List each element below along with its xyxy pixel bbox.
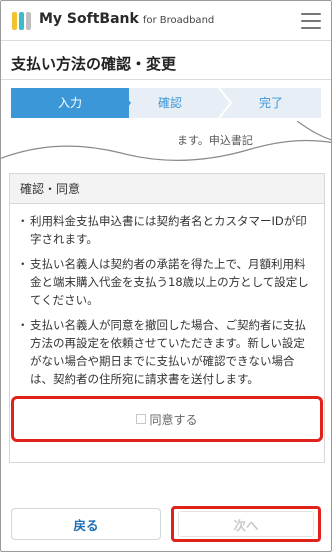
- agree-checkbox[interactable]: [136, 414, 147, 424]
- step-complete: 完了: [258, 96, 283, 110]
- progress-steps: 入力 確認 完了: [11, 88, 321, 118]
- brand-name[interactable]: My SoftBank for Broadband: [39, 11, 214, 27]
- next-button-highlight[interactable]: 次へ: [171, 506, 321, 542]
- brand-title: My SoftBank: [39, 11, 139, 27]
- step-confirm: 確認: [157, 96, 182, 110]
- step-input-current: 入力: [11, 88, 129, 118]
- app-frame: My SoftBank for Broadband 支払い方法の確認・変更 入力 …: [0, 0, 332, 552]
- agreement-note: 利用料金支払申込書には契約者名とカスタマーIDが印字されます。: [17, 212, 314, 248]
- agreement-heading: 確認・同意: [10, 174, 324, 204]
- back-button[interactable]: 戻る: [11, 508, 161, 540]
- app-header: My SoftBank for Broadband: [1, 1, 331, 41]
- next-button[interactable]: 次へ: [178, 511, 314, 537]
- agreement-notes[interactable]: 利用料金支払申込書には契約者名とカスタマーIDが印字されます。 支払い名義人は契…: [10, 204, 324, 388]
- hamburger-menu-icon[interactable]: [301, 13, 321, 29]
- divider: [1, 79, 331, 80]
- brand-subtitle: for Broadband: [142, 15, 215, 26]
- agree-checkbox-highlight[interactable]: 同意する: [11, 396, 323, 442]
- agree-checkbox-row[interactable]: 同意する: [14, 399, 320, 439]
- torn-edge-divider: [1, 121, 331, 179]
- agreement-note: 支払い名義人が同意を撤回した場合、ご契約者に支払方法の再設定を依頼させていただき…: [17, 316, 314, 388]
- page-title: 支払い方法の確認・変更: [11, 55, 177, 73]
- agreement-note: 支払い名義人は契約者の承諾を得た上で、月額利用料金と端末購入代金を支払う18歳以…: [17, 255, 314, 309]
- softbank-logo-icon: [12, 12, 31, 30]
- agree-checkbox-label[interactable]: 同意する: [149, 411, 197, 428]
